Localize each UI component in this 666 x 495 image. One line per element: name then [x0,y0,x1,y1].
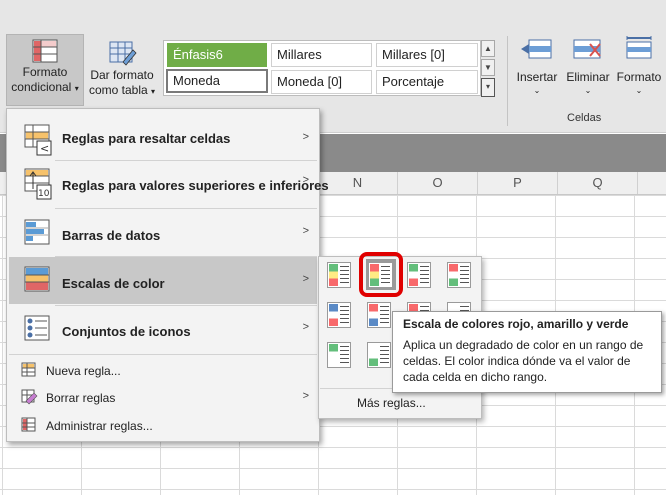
gallery-down-button[interactable]: ▼ [481,59,495,76]
chevron-down-icon: ⌄ [635,86,643,95]
menu-item-manage-rules[interactable]: Administrar reglas... [9,414,317,438]
gallery-more-button[interactable]: ▾ [481,78,495,97]
style-millares[interactable]: Millares [271,43,372,67]
format-button[interactable]: Formato ⌄ [614,36,664,98]
format-as-table-label-2: como tabla [88,83,148,97]
tooltip-description: Aplica un degradado de color en un rango… [403,338,644,384]
gallery-up-button[interactable]: ▲ [481,40,495,57]
gallery-scroll: ▲ ▼ ▾ [481,40,497,98]
insert-cells-icon [521,39,552,59]
menu-item-new-rule[interactable]: Nueva regla... [9,359,317,383]
menu-item-label: Escalas de color [62,276,165,291]
chevron-down-icon: ▾ [74,84,79,93]
menu-item-label: Reglas para valores superiores e inferio… [62,178,329,193]
style-porcentaje[interactable]: Porcentaje [376,70,478,94]
chevron-down-icon: ⌄ [584,86,592,95]
format-as-table-button[interactable]: Dar formato como tabla ▾ [84,34,160,106]
menu-divider [55,160,317,161]
delete-button[interactable]: Eliminar ⌄ [563,36,613,98]
delete-cells-icon [573,39,601,59]
menu-item-label: Borrar reglas [46,391,116,405]
ribbon-separator [507,36,508,126]
color-scales-icon [24,266,50,292]
more-rules-link[interactable]: Más reglas... [357,396,426,410]
column-header-n[interactable]: N [318,172,398,194]
color-scale-swatch[interactable] [407,262,431,288]
chevron-right-icon: > [302,174,309,186]
cells-group: Insertar ⌄ Eliminar ⌄ Formato ⌄ [512,36,666,106]
format-as-table-label-1: Dar formato [90,68,154,82]
insert-label: Insertar [516,70,558,84]
format-label: Formato [616,70,662,84]
color-scale-swatch[interactable] [367,302,391,328]
format-cells-icon [626,36,652,59]
style-enfasis6[interactable]: Énfasis6 [167,43,267,67]
menu-divider [55,208,317,209]
conditional-format-menu: < Reglas para resaltar celdas > 10 Regla… [6,108,329,442]
column-header-q[interactable]: Q [558,172,638,194]
style-millares-0[interactable]: Millares [0] [376,43,478,67]
column-header-p[interactable]: P [478,172,558,194]
chevron-right-icon: > [302,273,309,285]
chevron-right-icon: > [302,321,309,333]
menu-item-top-bottom-rules[interactable]: 10 Reglas para valores superiores e infe… [9,163,329,207]
menu-item-clear-rules[interactable]: Borrar reglas > [9,386,317,410]
color-scale-swatch[interactable] [447,262,471,288]
format-as-table-icon [109,41,137,66]
conditional-format-icon [32,39,58,63]
color-scale-swatch[interactable] [327,342,351,368]
menu-item-data-bars[interactable]: Barras de datos > [9,211,317,257]
highlight-rules-icon: < [24,124,52,156]
menu-item-icon-sets[interactable]: Conjuntos de iconos > [9,307,317,353]
delete-label: Eliminar [566,70,610,84]
icon-sets-icon [24,315,50,341]
manage-rules-icon [21,417,36,432]
conditional-format-button[interactable]: Formato condicional ▾ [6,34,84,106]
menu-item-label: Nueva regla... [46,364,121,378]
menu-item-label: Barras de datos [62,228,161,243]
top-bottom-rules-icon: 10 [24,168,52,200]
style-moneda[interactable]: Moneda [166,69,268,93]
new-rule-icon [21,362,36,377]
menu-item-color-scales[interactable]: Escalas de color > [9,257,317,304]
cells-group-label: Celdas [567,112,602,124]
color-scale-swatch[interactable] [327,302,351,328]
chevron-right-icon: > [302,390,309,402]
menu-item-highlight-rules[interactable]: < Reglas para resaltar celdas > [9,115,317,165]
svg-text:<: < [40,142,49,155]
chevron-right-icon: > [302,225,309,237]
color-scale-swatch-red-yellow-green[interactable] [368,262,393,288]
chevron-down-icon: ⌄ [533,86,541,95]
style-moneda-0[interactable]: Moneda [0] [271,70,372,94]
menu-item-label: Reglas para resaltar celdas [62,131,231,146]
svg-text:10: 10 [38,189,50,199]
insert-button[interactable]: Insertar ⌄ [512,36,562,98]
chevron-right-icon: > [302,131,309,143]
menu-item-label: Administrar reglas... [46,419,153,433]
tooltip-title: Escala de colores rojo, amarillo y verde [403,317,629,331]
chevron-down-icon: ▾ [151,87,156,96]
conditional-format-label-2: condicional [11,80,72,94]
color-scale-swatch[interactable] [367,342,391,368]
conditional-format-label-1: Formato [22,65,68,79]
cell-styles-gallery: Énfasis6 Millares Millares [0] Moneda Mo… [163,40,481,96]
menu-item-label: Conjuntos de iconos [62,324,191,339]
tooltip: Escala de colores rojo, amarillo y verde… [392,311,662,393]
menu-divider [55,305,317,306]
eraser-icon [21,389,38,405]
data-bars-icon [24,219,50,245]
menu-divider [9,354,317,355]
column-header-o[interactable]: O [398,172,478,194]
color-scale-swatch[interactable] [327,262,351,288]
